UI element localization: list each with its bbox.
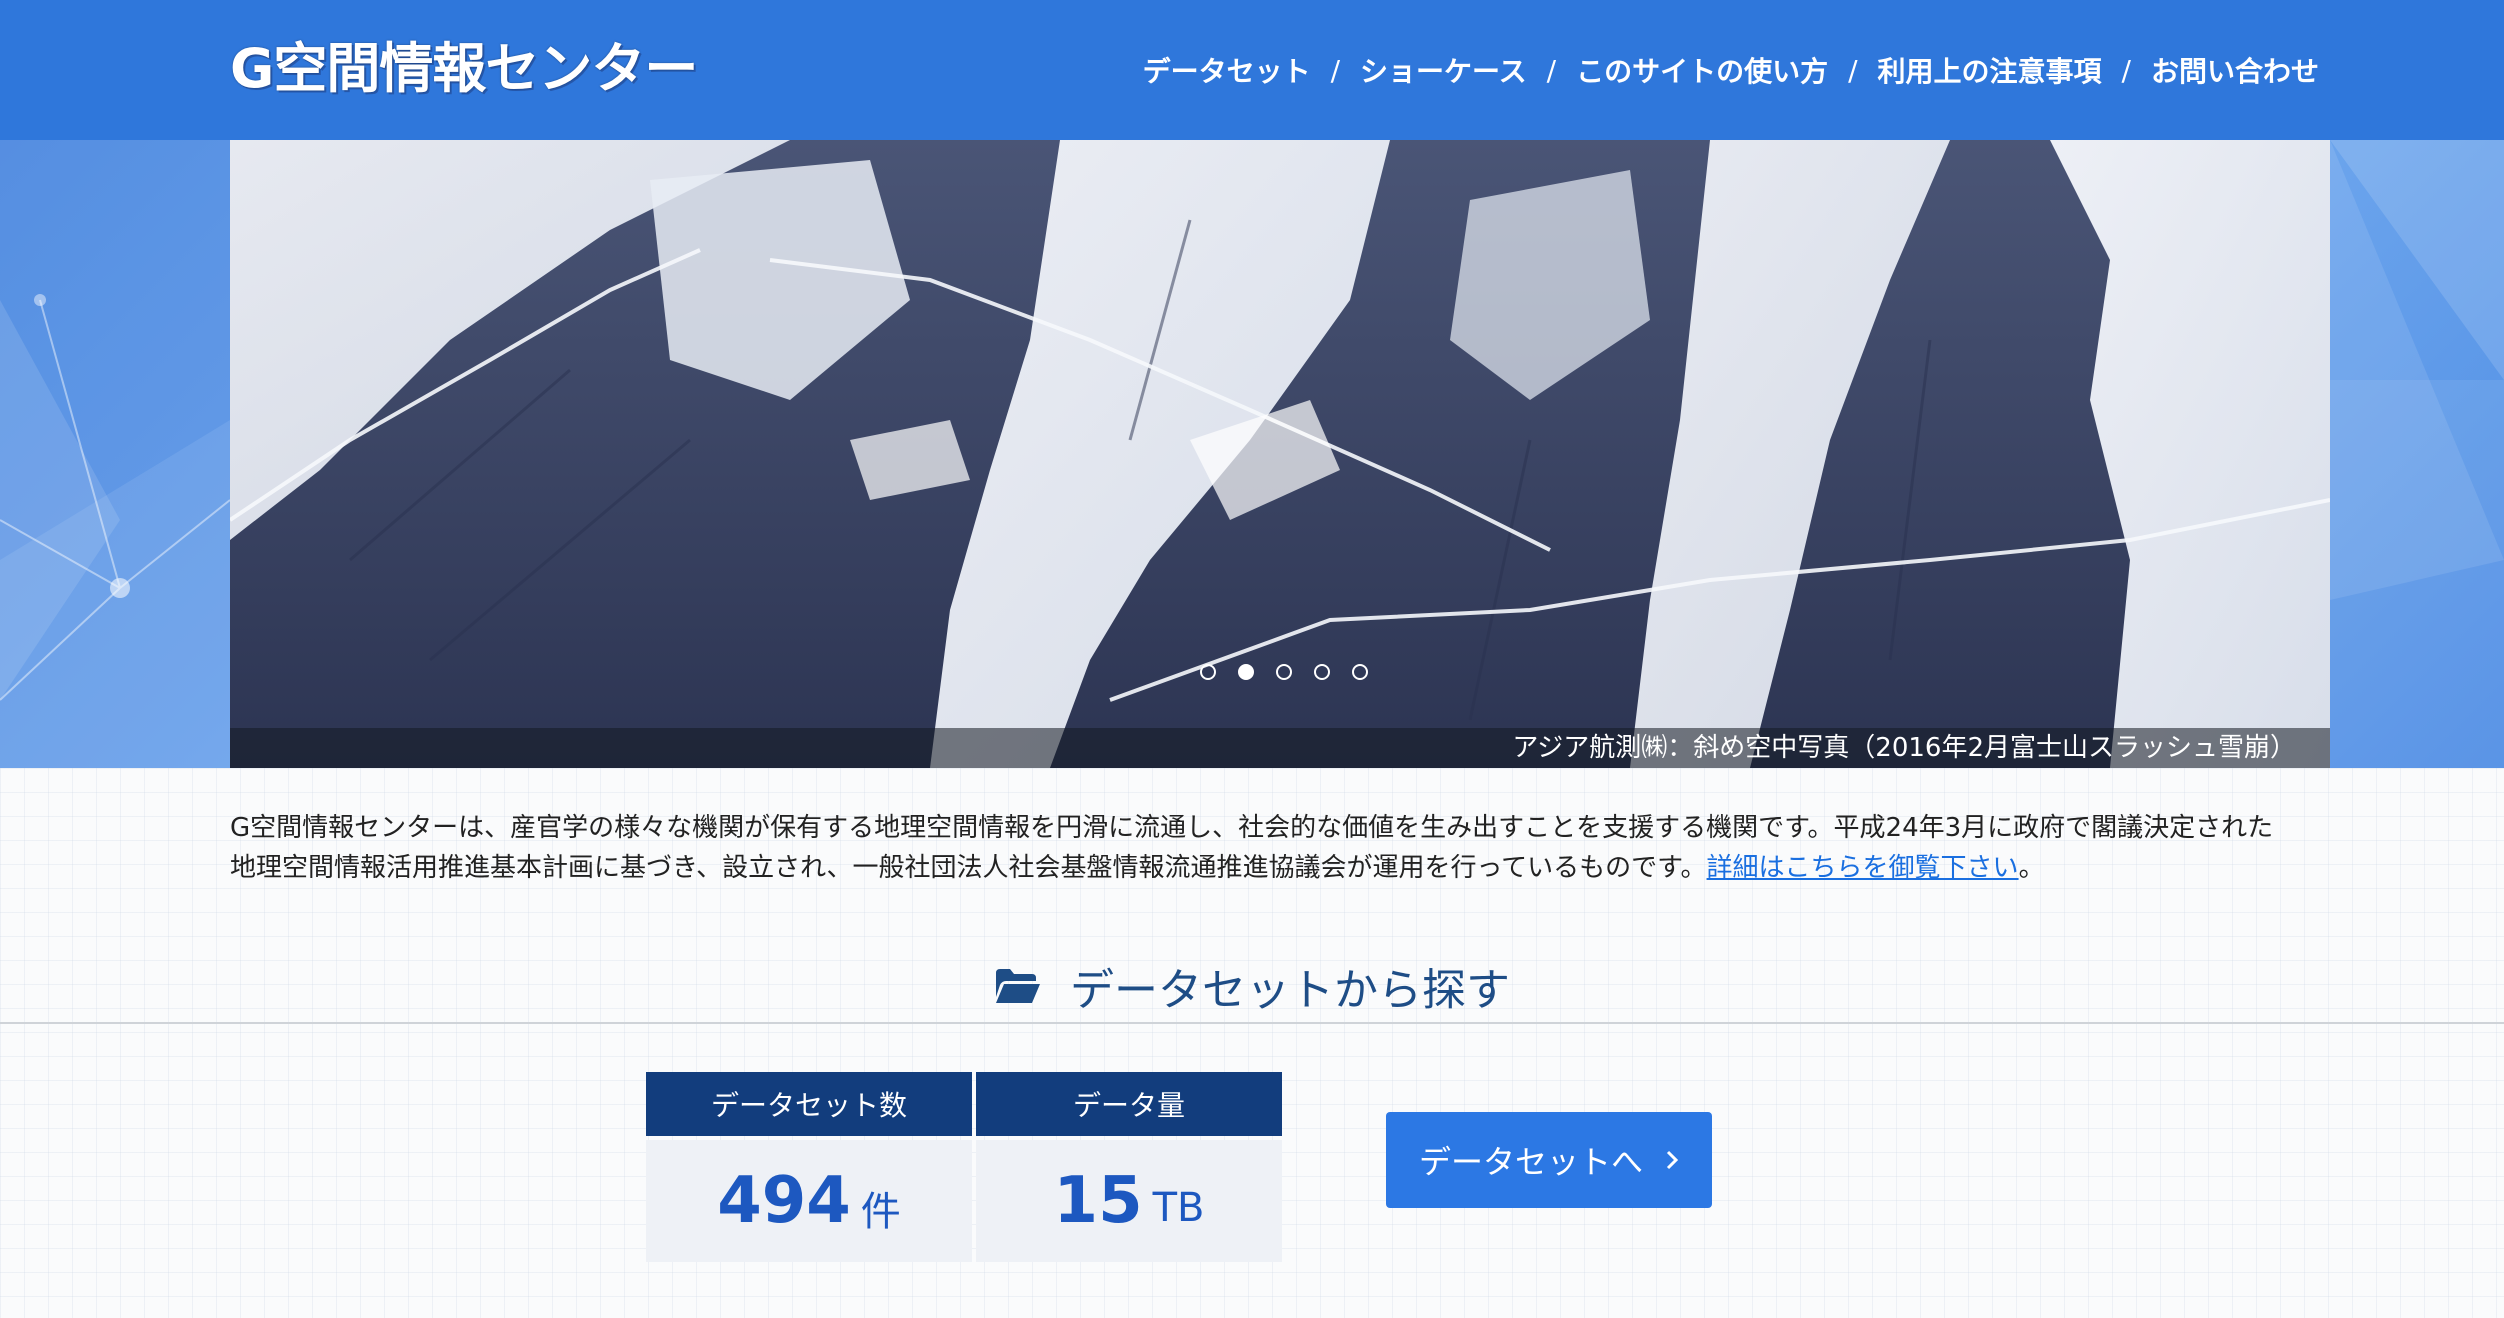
nav-separator: / — [2121, 53, 2131, 87]
section-title-text: データセットから探す — [1070, 965, 1510, 1016]
stat-value-cell: 494 件 — [646, 1140, 972, 1262]
section-divider — [0, 1022, 2504, 1024]
slider-dot[interactable] — [1276, 664, 1292, 680]
chevron-right-icon — [1665, 1148, 1679, 1172]
slide-caption: アジア航測㈱：斜め空中写真（2016年2月富士山スラッシュ雪崩） — [1512, 733, 2296, 763]
stat-label: データセット数 — [646, 1072, 972, 1136]
intro-text: G空間情報センターは、産官学の様々な機関が保有する地理空間情報を円滑に流通し、社… — [230, 808, 2290, 888]
nav-separator: / — [1330, 53, 1341, 87]
slider-pagination — [1200, 664, 1368, 680]
hero-slider[interactable]: アジア航測㈱：斜め空中写真（2016年2月富士山スラッシュ雪崩） — [230, 140, 2330, 768]
stat-dataset-count: データセット数 494 件 — [646, 1072, 972, 1262]
site-header: G空間情報センター データセット / ショーケース / このサイトの使い方 / … — [0, 0, 2504, 140]
stat-unit: 件 — [860, 1189, 901, 1235]
nav-separator: / — [1546, 53, 1557, 87]
go-to-datasets-button[interactable]: データセットへ — [1386, 1112, 1712, 1208]
button-label: データセットへ — [1418, 1143, 1643, 1181]
stat-data-volume: データ量 15 TB — [976, 1072, 1282, 1262]
intro-end: 。 — [2018, 853, 2045, 883]
stats-table: データセット数 494 件 データ量 15 TB — [646, 1072, 1282, 1262]
nav-item-contact[interactable]: お問い合わせ — [2151, 50, 2319, 90]
main-nav: データセット / ショーケース / このサイトの使い方 / 利用上の注意事項 /… — [1143, 46, 2319, 94]
stat-label: データ量 — [976, 1072, 1282, 1136]
slider-dot-active[interactable] — [1238, 664, 1254, 680]
stat-value: 494 — [717, 1164, 851, 1238]
slider-dot[interactable] — [1314, 664, 1330, 680]
nav-item-how-to-use[interactable]: このサイトの使い方 — [1576, 50, 1828, 90]
nav-separator: / — [1848, 53, 1858, 87]
folder-open-icon — [994, 967, 1042, 1005]
slider-dot[interactable] — [1200, 664, 1216, 680]
stat-value: 15 — [1053, 1164, 1143, 1238]
stat-value-cell: 15 TB — [976, 1140, 1282, 1262]
site-logo[interactable]: G空間情報センター — [230, 34, 698, 104]
nav-item-datasets[interactable]: データセット — [1143, 50, 1311, 90]
details-link[interactable]: 詳細はこちらを御覧下さい — [1707, 853, 2019, 883]
stat-unit: TB — [1152, 1185, 1205, 1231]
nav-item-showcase[interactable]: ショーケース — [1360, 50, 1527, 90]
section-heading: データセットから探す — [0, 950, 2504, 1022]
slider-dot[interactable] — [1352, 664, 1368, 680]
nav-item-terms[interactable]: 利用上の注意事項 — [1878, 50, 2102, 90]
caption-bar: アジア航測㈱：斜め空中写真（2016年2月富士山スラッシュ雪崩） — [230, 728, 2330, 768]
